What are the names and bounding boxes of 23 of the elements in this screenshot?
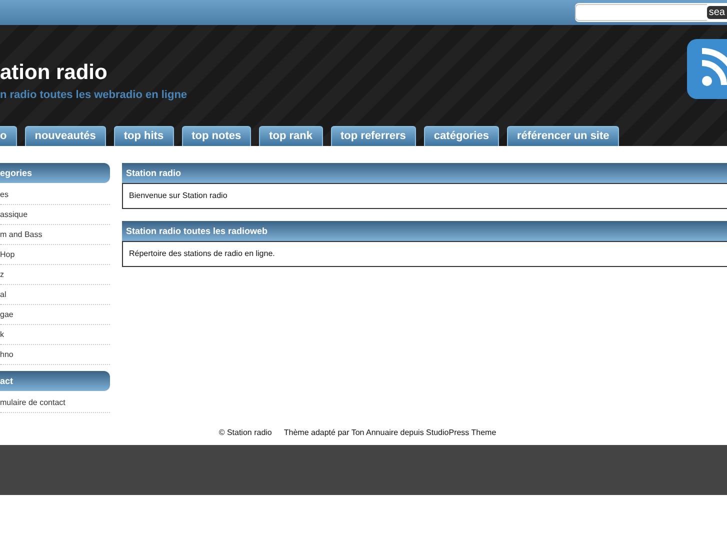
post-body: Répertoire des stations de radio en ligne. <box>122 241 727 267</box>
sidebar-link[interactable]: es <box>0 185 110 205</box>
sidebar-link[interactable]: al <box>0 285 110 305</box>
sidebar-link[interactable]: m and Bass <box>0 225 110 245</box>
rss-feed-icon[interactable] <box>687 39 727 99</box>
site-title[interactable]: ation radio <box>0 61 188 85</box>
sidebar-link[interactable]: z <box>0 265 110 285</box>
sidebar-link[interactable]: assique <box>0 205 110 225</box>
post-title: Station radio toutes les radioweb <box>122 221 727 241</box>
sidebar-heading: act <box>0 371 110 391</box>
sidebar-link[interactable]: mulaire de contact <box>0 393 110 413</box>
sidebar-heading: egories <box>0 163 110 183</box>
site-tagline: n radio toutes les webradio en ligne <box>0 89 188 101</box>
credit-text: Thème adapté par Ton Annuaire depuis StudioPress Theme <box>284 428 496 436</box>
sidebar-link[interactable]: hno <box>0 345 110 365</box>
post-body: Bienvenue sur Station radio <box>122 183 727 209</box>
search-field[interactable] <box>575 4 707 21</box>
copyright-text: © Station radio <box>218 428 272 436</box>
search-button[interactable]: sea <box>706 6 727 19</box>
sidebar-link[interactable]: gae <box>0 305 110 325</box>
sidebar-link[interactable]: Hop <box>0 245 110 265</box>
sidebar-link[interactable]: k <box>0 325 110 345</box>
post-title: Station radio <box>122 163 727 183</box>
